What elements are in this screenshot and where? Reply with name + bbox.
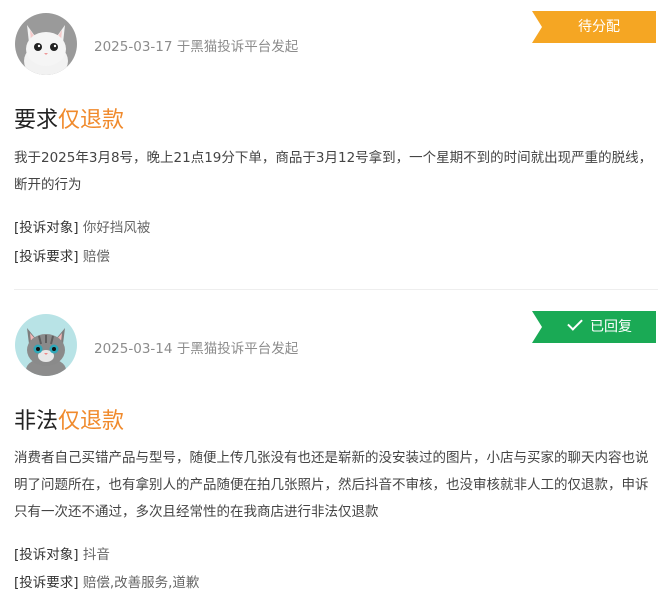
status-badge: 待分配: [532, 11, 656, 43]
title-highlight: 仅退款: [58, 409, 125, 434]
target-label: [投诉对象]: [14, 547, 79, 563]
complaint-title[interactable]: 非法仅退款: [14, 403, 124, 435]
status-label: 待分配: [578, 19, 620, 35]
complaint-target: [投诉对象] 抖音: [14, 543, 110, 563]
complaint-description: 消费者自己买错产品与型号，随便上传几张没有也还是崭新的没安装过的图片，小店与买家…: [14, 450, 649, 520]
complaint-request: [投诉要求] 赔偿: [14, 245, 110, 265]
complaint-source: 于黑猫投诉平台发起: [176, 39, 299, 55]
request-value: 赔偿: [82, 249, 110, 265]
avatar[interactable]: [15, 13, 77, 75]
target-value: 你好挡风被: [82, 220, 151, 236]
complaint-target: [投诉对象] 你好挡风被: [14, 216, 150, 236]
title-prefix: 要求: [14, 108, 59, 133]
checkmark-icon: [567, 315, 583, 331]
request-label: [投诉要求]: [14, 249, 79, 265]
title-highlight: 仅退款: [58, 108, 125, 133]
complaint-title[interactable]: 要求仅退款: [14, 102, 124, 134]
request-value: 赔偿,改善服务,道歉: [82, 575, 200, 591]
target-label: [投诉对象]: [14, 220, 79, 236]
avatar[interactable]: [15, 314, 77, 376]
complaint-meta: 2025-03-14 于黑猫投诉平台发起: [94, 337, 298, 357]
complaint-date: 2025-03-17: [94, 39, 173, 55]
status-badge: 已回复: [532, 311, 656, 343]
title-prefix: 非法: [14, 409, 59, 434]
gray-cat-avatar-icon: [15, 314, 77, 376]
status-label: 已回复: [590, 319, 632, 335]
complaint-description: 我于2025年3月8号，晚上21点19分下单，商品于3月12号拿到，一个星期不到…: [14, 150, 653, 193]
complaint-card[interactable]: 2025-03-17 于黑猫投诉平台发起 待分配 要求仅退款 我于2025年3月…: [0, 0, 668, 290]
complaint-card[interactable]: 2025-03-14 于黑猫投诉平台发起 已回复 非法仅退款 消费者自己买错产品…: [0, 290, 668, 606]
target-value: 抖音: [82, 547, 110, 563]
complaint-request: [投诉要求] 赔偿,改善服务,道歉: [14, 571, 199, 591]
white-cat-avatar-icon: [15, 13, 77, 75]
complaint-date: 2025-03-14: [94, 341, 173, 357]
request-label: [投诉要求]: [14, 575, 79, 591]
complaint-source: 于黑猫投诉平台发起: [176, 341, 299, 357]
complaint-meta: 2025-03-17 于黑猫投诉平台发起: [94, 35, 298, 55]
